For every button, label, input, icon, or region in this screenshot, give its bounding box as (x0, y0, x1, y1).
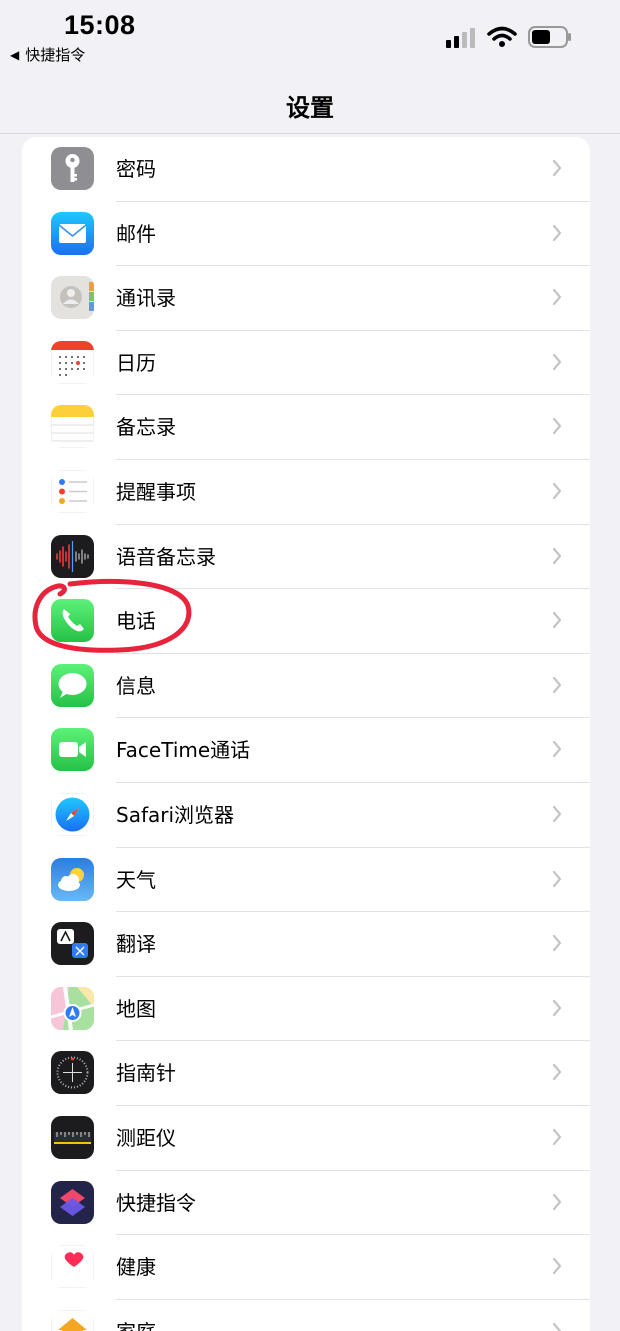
row-label: 日历 (116, 350, 156, 375)
row-label: 地图 (116, 996, 156, 1021)
row-label: 测距仪 (116, 1125, 176, 1150)
settings-row-safari[interactable]: Safari浏览器 (22, 783, 590, 848)
phone-icon (51, 599, 94, 643)
safari-icon (51, 792, 94, 836)
chevron-right-icon (552, 482, 562, 500)
row-label: 电话 (116, 609, 156, 634)
chevron-right-icon (552, 612, 562, 629)
row-label: 指南针 (116, 1061, 176, 1086)
settings-row-calendar[interactable]: 日历 (22, 331, 590, 396)
page-title: 设置 (286, 94, 334, 122)
settings-row-shortcuts[interactable]: 快捷指令 (22, 1171, 590, 1236)
row-label: Safari浏览器 (116, 802, 235, 827)
status-bar: 15:08 ◀ 快捷指令 (0, 0, 620, 78)
settings-row-notes[interactable]: 备忘录 (22, 395, 590, 460)
settings-row-contacts[interactable]: 通讯录 (22, 266, 590, 331)
row-label: 健康 (116, 1255, 156, 1280)
row-label: 密码 (116, 157, 156, 181)
contacts-icon (51, 276, 94, 320)
settings-row-weather[interactable]: 天气 (22, 848, 590, 913)
row-label: 信息 (116, 673, 156, 698)
settings-row-reminders[interactable]: 提醒事项 (22, 460, 590, 525)
row-label: 通讯录 (116, 286, 176, 311)
navigation-bar: 设置 (0, 78, 620, 134)
back-arrow-icon: ◀ (10, 47, 20, 62)
chevron-right-icon (552, 999, 562, 1016)
back-link-label: 快捷指令 (25, 46, 86, 64)
settings-row-messages[interactable]: 信息 (22, 654, 590, 719)
settings-row-translate[interactable]: 翻译 (22, 912, 590, 977)
voice-memos-icon (51, 534, 94, 578)
measure-icon (51, 1115, 94, 1159)
calendar-icon (51, 340, 94, 384)
chevron-right-icon (552, 547, 562, 564)
row-label: FaceTime通话 (116, 738, 251, 763)
messages-icon (51, 663, 94, 707)
settings-row-health[interactable]: 健康 (22, 1235, 590, 1300)
chevron-right-icon (552, 353, 562, 370)
row-label: 天气 (116, 867, 156, 892)
maps-icon (51, 986, 94, 1030)
battery-icon (528, 26, 571, 48)
compass-icon (51, 1051, 94, 1095)
settings-row-facetime[interactable]: FaceTime通话 (22, 718, 590, 783)
row-label: 备忘录 (116, 415, 176, 440)
settings-row-voice-memos[interactable]: 语音备忘录 (22, 525, 590, 590)
facetime-icon (51, 728, 94, 772)
chevron-right-icon (552, 1322, 562, 1331)
row-label: 翻译 (116, 932, 156, 957)
wifi-icon (487, 26, 517, 47)
chevron-right-icon (552, 418, 562, 435)
settings-list: 密码 邮件 通讯录 日历 备忘录 提醒事项 语音备忘录 电话 信息 FaceTi… (22, 137, 590, 1331)
health-icon (51, 1245, 94, 1289)
settings-row-maps[interactable]: 地图 (22, 977, 590, 1042)
chevron-right-icon (552, 1257, 562, 1275)
row-label: 提醒事项 (116, 479, 196, 504)
row-label: 快捷指令 (116, 1190, 196, 1215)
chevron-right-icon (552, 289, 562, 306)
settings-row-phone[interactable]: 电话 (22, 589, 590, 654)
notes-icon (51, 405, 94, 449)
chevron-right-icon (552, 1128, 562, 1146)
chevron-right-icon (552, 935, 562, 952)
settings-row-home[interactable]: 家庭 (22, 1300, 590, 1331)
chevron-right-icon (552, 741, 562, 758)
settings-row-mail[interactable]: 邮件 (22, 202, 590, 267)
chevron-right-icon (552, 676, 562, 693)
shortcuts-icon (51, 1180, 94, 1224)
row-label: 家庭 (116, 1320, 156, 1331)
cellular-signal-icon (446, 28, 475, 48)
row-label: 语音备忘录 (116, 544, 216, 569)
home-icon (51, 1309, 94, 1331)
chevron-right-icon (552, 159, 562, 177)
key-icon (51, 147, 94, 190)
back-to-shortcuts-link[interactable]: ◀ 快捷指令 (10, 44, 85, 65)
chevron-right-icon (552, 1064, 562, 1081)
row-label: 邮件 (116, 221, 156, 246)
settings-row-passwords[interactable]: 密码 (22, 137, 590, 202)
chevron-right-icon (552, 870, 562, 887)
settings-row-measure[interactable]: 测距仪 (22, 1106, 590, 1171)
weather-icon (51, 857, 94, 901)
chevron-right-icon (552, 1193, 562, 1210)
chevron-right-icon (552, 224, 562, 241)
chevron-right-icon (552, 805, 562, 823)
mail-icon (51, 211, 94, 255)
translate-icon (51, 922, 94, 966)
reminders-icon (51, 469, 94, 513)
status-time: 15:08 (64, 10, 136, 40)
settings-row-compass[interactable]: 指南针 (22, 1041, 590, 1106)
